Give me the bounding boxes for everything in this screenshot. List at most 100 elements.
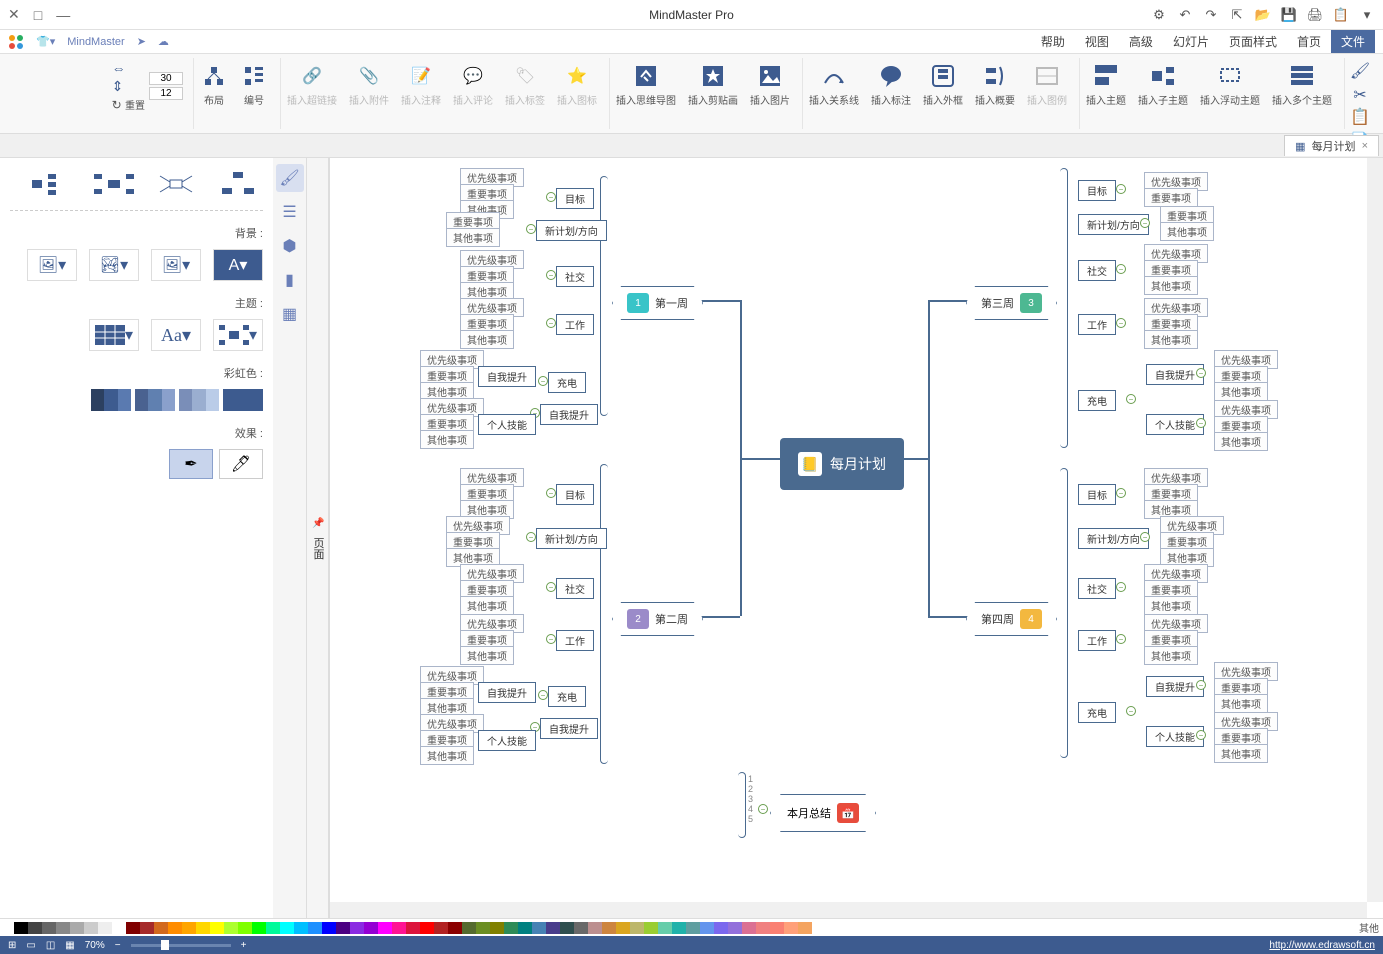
preset-1[interactable] <box>27 168 77 200</box>
color-cell[interactable] <box>504 922 518 934</box>
color-cell[interactable] <box>28 922 42 934</box>
summary-plus[interactable]: − <box>758 804 768 814</box>
qa-dropdown-icon[interactable]: ▾ <box>1359 7 1375 23</box>
reset-icon[interactable]: ↻ 重置 <box>112 97 145 112</box>
color-cell[interactable] <box>742 922 756 934</box>
theme-2[interactable]: Aa▾ <box>151 319 201 351</box>
sb-layout3-icon[interactable]: ▦ <box>65 940 74 951</box>
theme-1[interactable]: ▾ <box>89 319 139 351</box>
zoom-slider[interactable] <box>131 944 231 947</box>
cut-icon[interactable]: ✂ <box>1349 84 1371 106</box>
color-cell[interactable] <box>182 922 196 934</box>
bg-3[interactable]: 🖼▾ <box>151 249 201 281</box>
w1-plan[interactable]: 新计划/方向 <box>536 220 607 241</box>
insert-clipart-button[interactable]: 插入剪贴画 <box>686 60 740 109</box>
doc-tab-active[interactable]: ▦ 每月计划 × <box>1284 135 1379 156</box>
summary-node[interactable]: 本月总结 📅 <box>770 794 876 832</box>
color-cell[interactable] <box>546 922 560 934</box>
w2-charge[interactable]: 充电 <box>548 686 586 707</box>
w2-goal[interactable]: 目标 <box>556 484 594 505</box>
w3-charge[interactable]: 充电 <box>1078 390 1116 411</box>
w2-social[interactable]: 社交 <box>556 578 594 599</box>
insert-multi-topic-button[interactable]: 插入多个主题 <box>1270 60 1334 109</box>
insert-float-topic-button[interactable]: 插入浮动主题 <box>1198 60 1262 109</box>
zoom-out-icon[interactable]: − <box>115 940 121 951</box>
w1-review[interactable]: 自我提升 <box>540 404 598 425</box>
cloud-icon[interactable]: ☁ <box>158 35 169 48</box>
qa-print-icon[interactable]: 🖨 <box>1307 7 1323 23</box>
w1-social[interactable]: 社交 <box>556 266 594 287</box>
week2-node[interactable]: 2 第二周 <box>612 602 703 636</box>
w3-social[interactable]: 社交 <box>1078 260 1116 281</box>
color-cell[interactable] <box>658 922 672 934</box>
sb-grid-icon[interactable]: ⊞ <box>8 940 16 951</box>
insert-attach-button[interactable]: 📎插入附件 <box>347 60 391 109</box>
w1-charge[interactable]: 充电 <box>548 372 586 393</box>
color-cell[interactable] <box>364 922 378 934</box>
root-node[interactable]: 📒 每月计划 <box>780 438 904 490</box>
qa-export-icon[interactable]: ⇱ <box>1229 7 1245 23</box>
color-cell[interactable] <box>224 922 238 934</box>
swatch-3[interactable] <box>179 389 219 411</box>
color-cell[interactable] <box>168 922 182 934</box>
color-cell[interactable] <box>560 922 574 934</box>
color-cell[interactable] <box>476 922 490 934</box>
w3-goal[interactable]: 目标 <box>1078 180 1116 201</box>
color-cell[interactable] <box>140 922 154 934</box>
color-cell[interactable] <box>434 922 448 934</box>
color-cell[interactable] <box>686 922 700 934</box>
color-cell[interactable] <box>462 922 476 934</box>
color-cell[interactable] <box>238 922 252 934</box>
w1-work[interactable]: 工作 <box>556 314 594 335</box>
insert-topic-button[interactable]: 插入主题 <box>1084 60 1128 109</box>
color-cell[interactable] <box>728 922 742 934</box>
insert-subtopic-button[interactable]: 插入子主题 <box>1136 60 1190 109</box>
color-cell[interactable] <box>518 922 532 934</box>
effect-brush[interactable]: 🖊 <box>219 449 263 479</box>
close-window-icon[interactable]: ✕ <box>8 6 20 23</box>
panel-tab-shield-icon[interactable]: ⬢ <box>276 232 304 260</box>
effect-pen[interactable]: ✒ <box>169 449 213 479</box>
color-cell[interactable] <box>210 922 224 934</box>
w2-plan[interactable]: 新计划/方向 <box>536 528 607 549</box>
color-cell[interactable] <box>406 922 420 934</box>
color-cell[interactable] <box>56 922 70 934</box>
color-cell[interactable] <box>98 922 112 934</box>
tab-home[interactable]: 首页 <box>1287 30 1331 53</box>
w4-plan[interactable]: 新计划/方向 <box>1078 528 1149 549</box>
doc-name[interactable]: MindMaster <box>67 36 124 48</box>
bg-1[interactable]: 🖼▾ <box>27 249 77 281</box>
color-cell[interactable] <box>672 922 686 934</box>
week4-node[interactable]: 第四周 4 <box>966 602 1057 636</box>
color-cell[interactable] <box>294 922 308 934</box>
spacing-v-input[interactable] <box>149 87 183 100</box>
share-icon[interactable]: ➤ <box>137 35 146 48</box>
qa-clipboard-icon[interactable]: 📋 <box>1333 7 1349 23</box>
maximize-window-icon[interactable]: □ <box>34 7 42 23</box>
preset-3[interactable] <box>151 168 201 200</box>
swatch-2[interactable] <box>135 389 175 411</box>
color-cell[interactable] <box>112 922 126 934</box>
insert-outline-button[interactable]: 插入外框 <box>921 60 965 109</box>
color-cell[interactable] <box>490 922 504 934</box>
color-cell[interactable] <box>420 922 434 934</box>
insert-comment-button[interactable]: 💬插入评论 <box>451 60 495 109</box>
bg-4[interactable]: A▾ <box>213 249 263 281</box>
color-cell[interactable] <box>616 922 630 934</box>
swatch-1[interactable] <box>91 389 131 411</box>
color-cell[interactable] <box>700 922 714 934</box>
panel-tab-calendar-icon[interactable]: ▦ <box>276 300 304 328</box>
w3-work[interactable]: 工作 <box>1078 314 1116 335</box>
color-cell[interactable] <box>14 922 28 934</box>
color-cell[interactable] <box>126 922 140 934</box>
color-cell[interactable] <box>350 922 364 934</box>
minimize-window-icon[interactable]: — <box>56 7 70 23</box>
color-cell[interactable] <box>70 922 84 934</box>
panel-tab-list-icon[interactable]: ☰ <box>276 198 304 226</box>
color-cell[interactable] <box>336 922 350 934</box>
week3-node[interactable]: 第三周 3 <box>966 286 1057 320</box>
panel-tab-brush-icon[interactable]: 🖌 <box>276 164 304 192</box>
color-cell[interactable] <box>42 922 56 934</box>
doc-tab-close-icon[interactable]: × <box>1362 140 1368 152</box>
color-cell[interactable] <box>798 922 812 934</box>
